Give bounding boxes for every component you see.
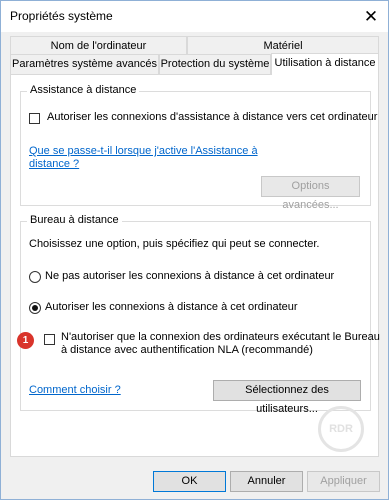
- ok-button[interactable]: OK: [153, 471, 226, 492]
- remote-assistance-group: Assistance à distance Autoriser les conn…: [20, 84, 377, 211]
- advanced-options-button[interactable]: Options avancées...: [261, 176, 360, 211]
- deny-connections-radio[interactable]: [29, 271, 41, 283]
- assistance-help-link-2[interactable]: distance ?: [29, 158, 79, 170]
- tab-remote[interactable]: Utilisation à distance: [271, 53, 379, 75]
- window-title: Propriétés système: [10, 9, 113, 23]
- deny-connections-label: Ne pas autoriser les connexions à distan…: [45, 270, 335, 282]
- tab-system-protection[interactable]: Protection du système: [159, 54, 271, 74]
- tab-panel-remote: Assistance à distance Autoriser les conn…: [10, 74, 380, 457]
- remote-desktop-instruction: Choisissez une option, puis spécifiez qu…: [29, 238, 320, 250]
- allow-connections-radio[interactable]: [29, 302, 41, 314]
- remote-desktop-group: Bureau à distance Choisissez une option,…: [17, 214, 380, 415]
- nla-only-label-line2: à distance avec authentification NLA (re…: [61, 344, 313, 356]
- remote-desktop-legend: Bureau à distance: [27, 214, 122, 226]
- remote-assistance-legend: Assistance à distance: [27, 84, 140, 96]
- step-badge: 1: [17, 332, 34, 349]
- how-to-choose-link[interactable]: Comment choisir ?: [29, 384, 121, 396]
- apply-button[interactable]: Appliquer: [307, 471, 380, 492]
- watermark-logo: RDR: [318, 406, 364, 452]
- title-bar: Propriétés système ✕: [1, 1, 388, 32]
- system-properties-dialog: Propriétés système ✕ Nom de l'ordinateur…: [0, 0, 389, 500]
- nla-only-checkbox[interactable]: [44, 334, 55, 345]
- assistance-help-link[interactable]: Que se passe-t-il lorsque j'active l'Ass…: [29, 145, 258, 157]
- tab-advanced-settings[interactable]: Paramètres système avancés: [10, 54, 159, 74]
- tab-computer-name[interactable]: Nom de l'ordinateur: [10, 36, 187, 56]
- cancel-button[interactable]: Annuler: [230, 471, 303, 492]
- allow-assistance-label: Autoriser les connexions d'assistance à …: [47, 111, 378, 123]
- allow-connections-label: Autoriser les connexions à distance à ce…: [45, 301, 298, 313]
- nla-only-label-line1: N'autoriser que la connexion des ordinat…: [61, 331, 380, 343]
- allow-assistance-checkbox[interactable]: [29, 113, 40, 124]
- select-users-button[interactable]: Sélectionnez des utilisateurs...: [213, 380, 361, 415]
- close-icon[interactable]: ✕: [354, 1, 388, 32]
